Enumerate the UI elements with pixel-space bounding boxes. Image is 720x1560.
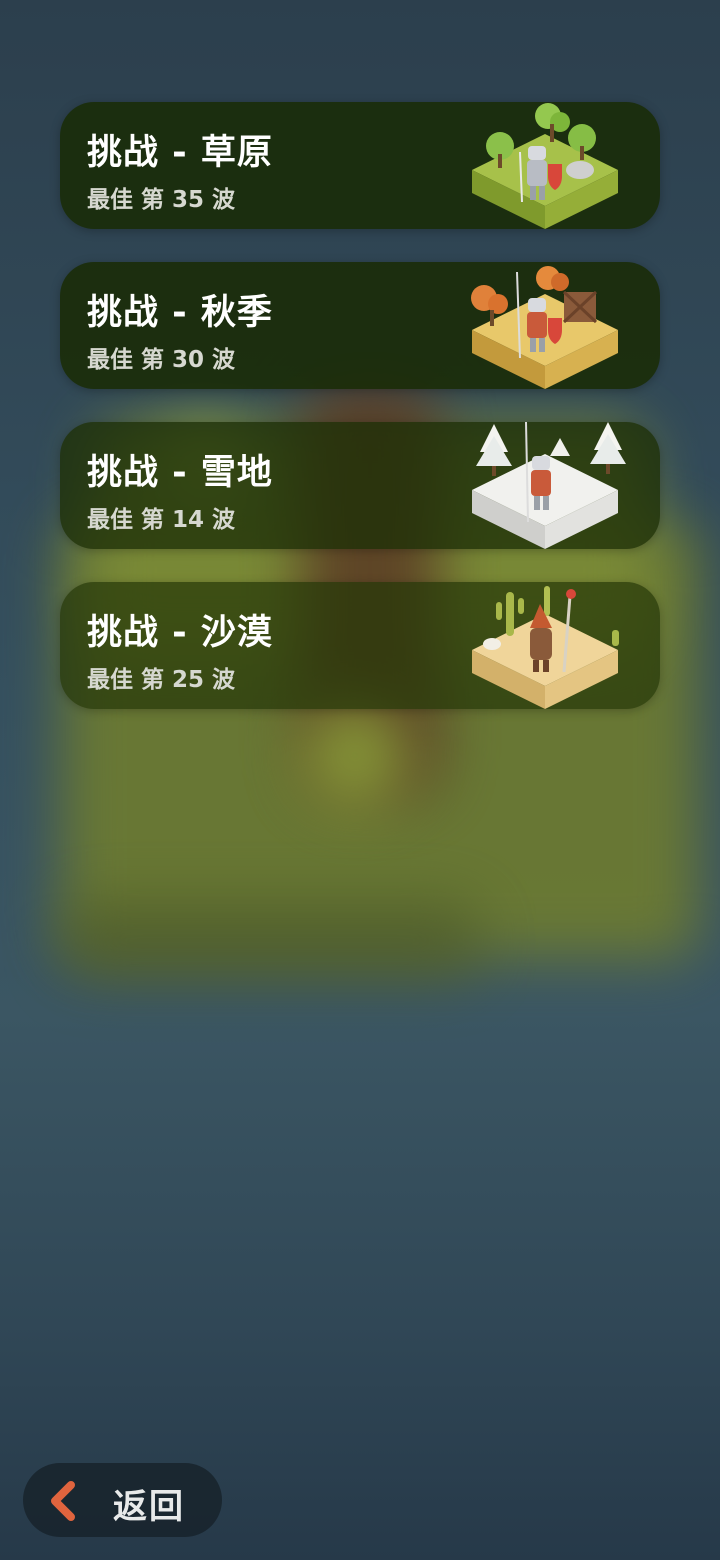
autumn-diorama-thumbnail: [460, 262, 630, 389]
best-wave-label: 最佳 第 30 波: [87, 347, 236, 373]
challenge-card-desert[interactable]: 挑战 - 沙漠 最佳 第 25 波: [60, 582, 660, 709]
snow-diorama-thumbnail: [460, 422, 630, 549]
best-wave-label: 最佳 第 25 波: [87, 667, 236, 693]
desert-diorama-thumbnail: [460, 582, 630, 709]
challenge-title: 挑战 - 沙漠: [87, 613, 273, 653]
background-bush: [300, 700, 410, 810]
best-wave-label: 最佳 第 35 波: [87, 187, 236, 213]
challenge-card-autumn[interactable]: 挑战 - 秋季 最佳 第 30 波: [60, 262, 660, 389]
challenge-title: 挑战 - 秋季: [87, 293, 273, 333]
chevron-left-icon: [51, 1481, 75, 1521]
background-shadow: [60, 900, 480, 980]
challenge-title: 挑战 - 草原: [87, 133, 273, 173]
challenge-title: 挑战 - 雪地: [87, 453, 273, 493]
challenge-card-snow[interactable]: 挑战 - 雪地 最佳 第 14 波: [60, 422, 660, 549]
challenge-card-grassland[interactable]: 挑战 - 草原 最佳 第 35 波: [60, 102, 660, 229]
back-button-label: 返回: [113, 1487, 185, 1527]
back-button[interactable]: 返回: [23, 1463, 222, 1537]
best-wave-label: 最佳 第 14 波: [87, 507, 236, 533]
grassland-diorama-thumbnail: [460, 102, 630, 229]
